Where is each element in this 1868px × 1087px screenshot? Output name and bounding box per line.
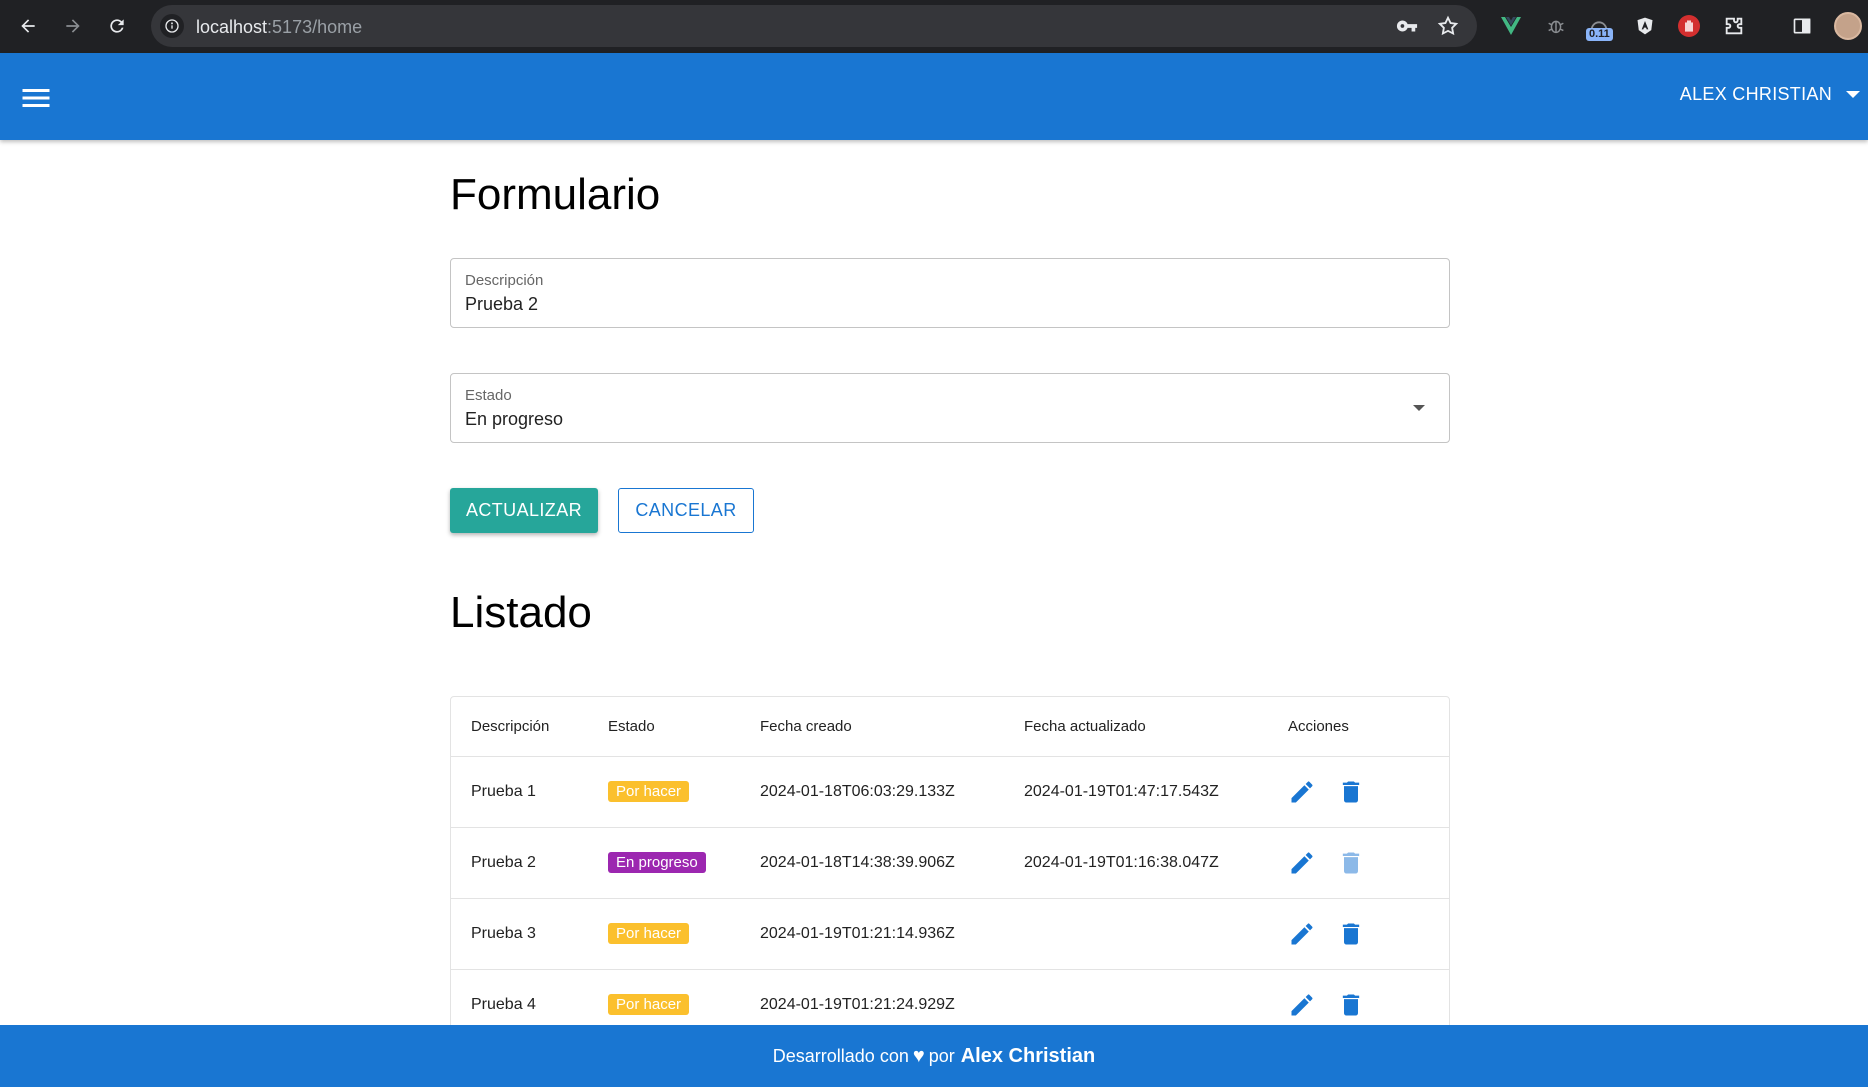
description-field[interactable]: Descripción Prueba 2 xyxy=(450,258,1450,328)
cancel-button[interactable]: CANCELAR xyxy=(618,488,754,533)
edit-icon[interactable] xyxy=(1288,849,1316,877)
cell-status: Por hacer xyxy=(608,898,760,970)
cell-actions xyxy=(1288,827,1449,899)
delete-icon[interactable] xyxy=(1337,991,1365,1019)
vue-devtools-icon[interactable] xyxy=(1498,13,1524,39)
table-header-row: Descripción Estado Fecha creado Fecha ac… xyxy=(451,697,1449,757)
cell-updated: 2024-01-19T01:16:38.047Z xyxy=(1024,827,1288,899)
cell-updated xyxy=(1024,898,1288,970)
back-icon[interactable] xyxy=(13,11,43,41)
footer-prefix: Desarrollado con xyxy=(772,1045,909,1066)
edit-icon[interactable] xyxy=(1288,920,1316,948)
cell-updated: 2024-01-19T01:47:17.543Z xyxy=(1024,756,1288,828)
status-label: Estado xyxy=(465,387,512,404)
reload-icon[interactable] xyxy=(102,11,132,41)
hamburger-menu-icon[interactable] xyxy=(18,80,54,116)
footer: Desarrollado con ♥ por Alex Christian xyxy=(0,1025,1868,1087)
column-header: Fecha creado xyxy=(760,697,1024,757)
site-info-icon[interactable] xyxy=(160,14,184,38)
status-badge: En progreso xyxy=(608,852,706,873)
cell-created: 2024-01-19T01:21:14.936Z xyxy=(760,898,1024,970)
tasks-table: Descripción Estado Fecha creado Fecha ac… xyxy=(450,696,1450,1036)
cell-description: Prueba 1 xyxy=(451,756,608,828)
column-header: Descripción xyxy=(451,697,608,757)
cell-actions xyxy=(1288,898,1449,970)
cell-actions xyxy=(1288,756,1449,828)
cell-description: Prueba 3 xyxy=(451,898,608,970)
address-bar[interactable]: localhost:5173/home xyxy=(151,5,1477,47)
footer-author: Alex Christian xyxy=(960,1044,1096,1067)
user-name: ALEX CHRISTIAN xyxy=(1679,84,1832,104)
extension-badge: 0.11 xyxy=(1586,28,1613,41)
side-panel-icon[interactable] xyxy=(1789,13,1815,39)
column-header: Estado xyxy=(608,697,760,757)
cell-status: Por hacer xyxy=(608,756,760,828)
puzzle-icon[interactable] xyxy=(1721,13,1747,39)
status-select[interactable]: Estado En progreso xyxy=(450,373,1450,443)
browser-toolbar: localhost:5173/home 0.11 xyxy=(0,0,1868,53)
hand-stop-icon[interactable] xyxy=(1676,13,1702,39)
status-badge: Por hacer xyxy=(608,781,690,802)
edit-icon[interactable] xyxy=(1288,778,1316,806)
cell-created: 2024-01-18T06:03:29.133Z xyxy=(760,756,1024,828)
star-icon[interactable] xyxy=(1437,15,1459,37)
form-title: Formulario xyxy=(450,170,661,219)
caret-down-icon xyxy=(1846,91,1860,98)
cell-description: Prueba 2 xyxy=(451,827,608,899)
table-row: Prueba 3 Por hacer 2024-01-19T01:21:14.936… xyxy=(451,898,1449,970)
cell-status: En progreso xyxy=(608,827,760,899)
column-header: Acciones xyxy=(1288,697,1449,757)
angular-devtools-icon[interactable] xyxy=(1632,13,1658,39)
forward-icon[interactable] xyxy=(58,11,88,41)
status-badge: Por hacer xyxy=(608,923,690,944)
url-text[interactable]: localhost:5173/home xyxy=(196,17,362,38)
table-row: Prueba 2 En progreso 2024-01-18T14:38:39.9… xyxy=(451,827,1449,899)
description-input[interactable]: Prueba 2 xyxy=(465,294,538,315)
bug-icon[interactable] xyxy=(1543,13,1569,39)
delete-icon[interactable] xyxy=(1337,920,1365,948)
cell-created: 2024-01-18T14:38:39.906Z xyxy=(760,827,1024,899)
status-selected-value[interactable]: En progreso xyxy=(465,409,563,430)
key-icon[interactable] xyxy=(1396,15,1418,37)
delete-icon[interactable] xyxy=(1337,778,1365,806)
delete-icon xyxy=(1337,849,1365,877)
footer-middle: por xyxy=(928,1045,955,1066)
list-title: Listado xyxy=(450,588,592,637)
user-menu[interactable]: ALEX CHRISTIAN xyxy=(1680,84,1860,105)
description-label: Descripción xyxy=(465,272,544,289)
table-row: Prueba 1 Por hacer 2024-01-18T06:03:29.133… xyxy=(451,756,1449,828)
update-button[interactable]: ACTUALIZAR xyxy=(450,488,598,533)
app-bar: ALEX CHRISTIAN xyxy=(0,53,1868,140)
edit-icon[interactable] xyxy=(1288,991,1316,1019)
heart-icon: ♥ xyxy=(912,1044,925,1067)
column-header: Fecha actualizado xyxy=(1024,697,1288,757)
select-caret-icon[interactable] xyxy=(1413,405,1425,411)
status-badge: Por hacer xyxy=(608,994,690,1015)
profile-avatar[interactable] xyxy=(1834,12,1862,40)
